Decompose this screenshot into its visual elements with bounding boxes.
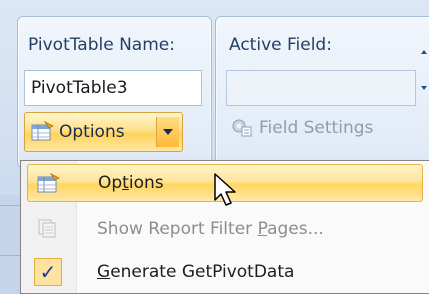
options-split-button[interactable]: Options [24, 112, 183, 152]
menu-item-label: Show Report Filter Pages... [97, 219, 324, 239]
label-part: t [197, 219, 205, 239]
pivottable-name-label: PivotTable Name: [28, 35, 175, 55]
menu-item-label: Options [98, 173, 164, 193]
field-settings-label: Field Settings [259, 118, 374, 138]
label-part: ions [128, 173, 164, 193]
label-part: enerate GetPivotData [110, 262, 295, 282]
label-part: Op [98, 173, 123, 193]
field-settings-button[interactable]: Field Settings [231, 118, 373, 138]
options-dropdown-arrow[interactable] [156, 117, 179, 147]
scroll-stub-icon [419, 50, 429, 90]
label-part: Show Repor [97, 219, 198, 239]
options-button-label: Options [59, 122, 125, 142]
active-field-input[interactable] [226, 70, 416, 106]
menu-item-generate-getpivotdata[interactable]: ✓ Generate GetPivotData [27, 253, 423, 291]
active-field-label: Active Field: [229, 35, 332, 55]
checkmark-container: ✓ [34, 258, 62, 286]
accelerator-key: G [97, 262, 111, 282]
mouse-pointer-icon [213, 172, 239, 212]
checkmark-icon: ✓ [34, 258, 62, 286]
pivot-options-icon [35, 170, 63, 198]
accelerator-key: P [257, 219, 268, 239]
field-settings-icon [231, 118, 253, 138]
accelerator-key: t [122, 173, 129, 193]
label-part: Filter [204, 219, 258, 239]
label-part: ages... [267, 219, 324, 239]
menu-item-show-report-filter-pages[interactable]: Show Report Filter Pages... [27, 210, 423, 248]
pivot-options-icon [31, 121, 55, 143]
pivottable-name-input[interactable]: PivotTable3 [24, 70, 202, 106]
menu-item-label: Generate GetPivotData [97, 262, 294, 282]
chevron-down-icon [163, 129, 173, 135]
report-filter-pages-icon [34, 215, 62, 243]
